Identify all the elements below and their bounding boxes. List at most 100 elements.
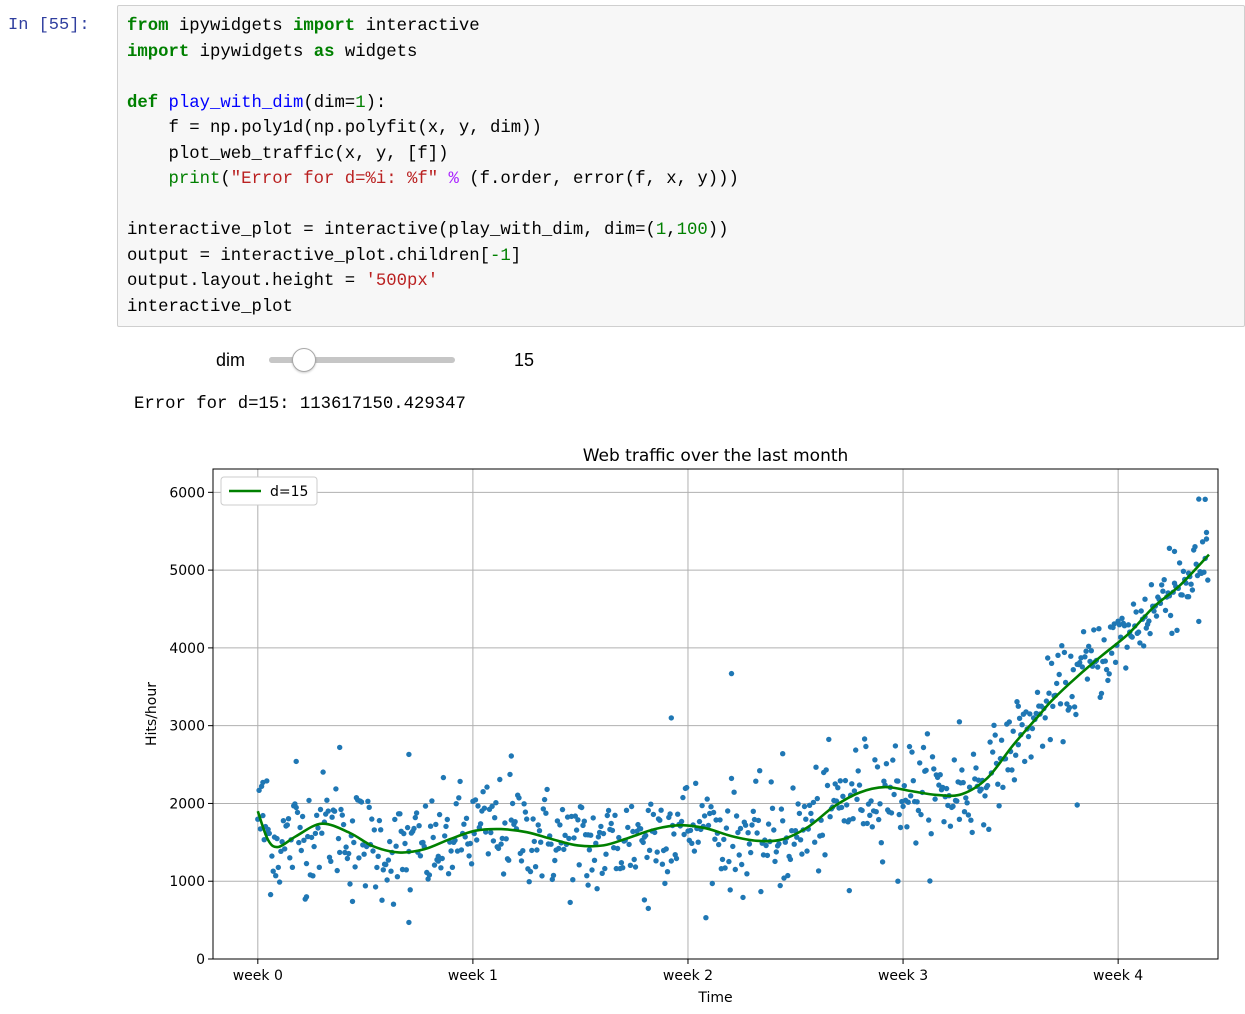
scatter-point <box>539 873 545 879</box>
chart-title: Web traffic over the last month <box>583 446 849 466</box>
scatter-point <box>346 850 352 857</box>
scatter-point <box>481 805 488 811</box>
scatter-point <box>658 807 664 813</box>
scatter-point <box>904 824 910 830</box>
x-axis-label: Time <box>697 990 732 1006</box>
scatter-point <box>1135 629 1142 635</box>
scatter-point <box>987 739 993 745</box>
scatter-point <box>1048 660 1055 666</box>
scatter-point <box>416 823 422 829</box>
scatter-point <box>293 804 299 811</box>
scatter-point <box>449 864 456 870</box>
scatter-point <box>1054 680 1060 687</box>
scatter-point <box>754 830 760 836</box>
scatter-point <box>497 776 503 783</box>
scatter-point <box>436 811 443 818</box>
slider-label: dim <box>216 350 246 370</box>
scatter-point <box>644 854 650 861</box>
scatter-point <box>737 825 744 832</box>
scatter-point <box>1079 664 1085 670</box>
scatter-point <box>1091 627 1097 633</box>
code-builtin: print <box>168 170 221 189</box>
scatter-point <box>614 845 621 852</box>
code-token: , <box>666 221 677 240</box>
scatter-point <box>1185 594 1192 600</box>
scatter-point <box>662 880 668 887</box>
x-tick-label: week 1 <box>448 968 498 984</box>
scatter-point <box>668 858 674 864</box>
scatter-point <box>571 835 577 841</box>
scatter-point <box>280 818 287 824</box>
y-tick-label: 5000 <box>169 563 205 579</box>
scatter-point <box>1196 618 1202 625</box>
scatter-point <box>920 744 927 751</box>
scatter-point <box>696 818 703 825</box>
scatter-point <box>561 846 567 853</box>
scatter-point <box>824 782 831 789</box>
scatter-point <box>981 822 987 828</box>
scatter-point <box>448 848 454 854</box>
scatter-point <box>823 767 829 773</box>
scatter-point <box>708 804 714 810</box>
scatter-point <box>849 781 855 787</box>
y-tick-label: 2000 <box>169 796 205 812</box>
scatter-point <box>609 827 616 834</box>
scatter-point <box>1009 767 1015 773</box>
scatter-point <box>822 852 828 858</box>
code-token: interactive <box>365 17 480 36</box>
scatter-point <box>771 827 777 833</box>
scatter-point <box>710 809 717 816</box>
scatter-point <box>909 749 915 755</box>
scatter-point <box>879 859 886 865</box>
scatter-point <box>721 836 727 843</box>
scatter-point <box>791 841 797 847</box>
scatter-point <box>1196 496 1202 502</box>
scatter-point <box>654 849 660 855</box>
scatter-point <box>861 736 868 742</box>
scatter-point <box>387 838 393 845</box>
scatter-point <box>1180 568 1187 574</box>
scatter-point <box>1202 496 1208 502</box>
scatter-point <box>590 815 596 821</box>
code-keyword: as <box>313 42 335 62</box>
slider-value-readout[interactable]: 15 <box>514 350 534 371</box>
scatter-point <box>406 919 412 926</box>
scatter-point <box>803 816 809 822</box>
code-cell-input[interactable]: from ipywidgets import interactive impor… <box>117 5 1245 327</box>
scatter-point <box>1174 627 1180 633</box>
scatter-point <box>742 822 749 828</box>
scatter-point <box>917 760 923 766</box>
scatter-point <box>926 817 932 823</box>
scatter-point <box>740 894 746 901</box>
scatter-point <box>1015 703 1021 709</box>
scatter-point <box>1000 784 1006 790</box>
scatter-point <box>591 857 598 863</box>
scatter-point <box>928 831 934 837</box>
scatter-point <box>812 839 818 845</box>
scatter-point <box>951 757 957 763</box>
scatter-point <box>687 827 694 834</box>
scatter-point <box>303 894 310 900</box>
scatter-point <box>1084 676 1091 682</box>
scatter-point <box>699 802 705 809</box>
scatter-point <box>632 864 639 870</box>
scatter-point <box>864 820 870 827</box>
scatter-point <box>753 778 759 784</box>
scatter-point <box>776 841 782 847</box>
scatter-point <box>923 767 929 773</box>
code-editor[interactable]: from ipywidgets import interactive impor… <box>127 14 739 320</box>
scatter-point <box>457 778 463 785</box>
scatter-point <box>1138 608 1144 614</box>
dim-slider-handle[interactable] <box>291 348 316 372</box>
scatter-point <box>924 731 931 737</box>
scatter-point <box>725 808 731 814</box>
scatter-point <box>758 888 764 895</box>
scatter-point <box>937 772 943 778</box>
code-operator: % <box>448 170 459 189</box>
scatter-point <box>1042 715 1048 721</box>
scatter-point <box>768 779 774 785</box>
scatter-point <box>273 873 279 879</box>
scatter-point <box>298 847 304 854</box>
scatter-point <box>581 818 587 824</box>
scatter-point <box>1034 689 1041 695</box>
